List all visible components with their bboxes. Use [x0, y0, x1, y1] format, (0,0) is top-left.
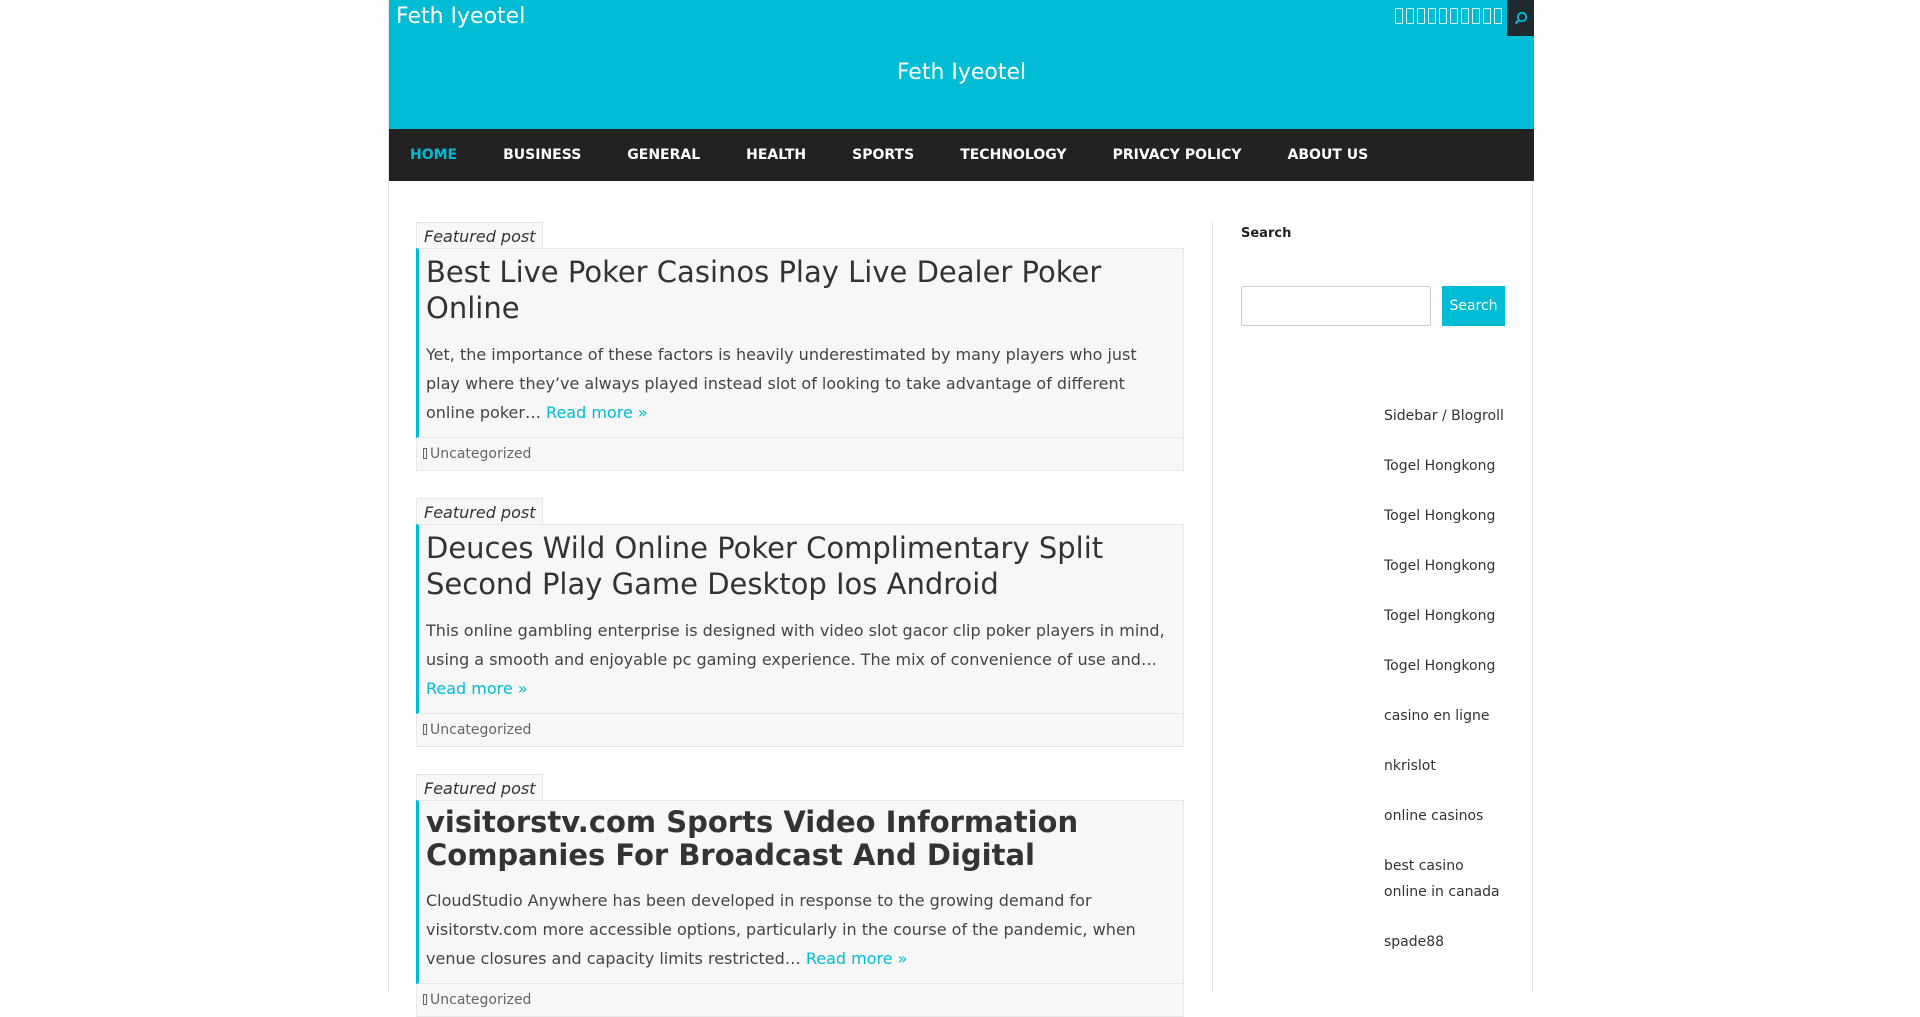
blogroll-link[interactable]: Togel Hongkong: [1384, 558, 1495, 574]
list-item: Togel Hongkong: [1384, 503, 1504, 529]
folder-icon: [423, 448, 427, 459]
nav-item-health[interactable]: HEALTH: [746, 147, 806, 163]
post-meta: Uncategorized: [416, 438, 1184, 471]
social-icon-4[interactable]: [1428, 8, 1436, 24]
folder-icon: [423, 724, 427, 735]
search-input[interactable]: [1241, 286, 1431, 326]
search-toggle-button[interactable]: [1507, 0, 1534, 36]
page: Feth Iyeotel Feth Iyeotel HOME BUSINESS …: [388, 0, 1534, 1017]
social-icon-2[interactable]: [1406, 8, 1414, 24]
site-name-link[interactable]: Feth Iyeotel: [396, 4, 525, 29]
nav-item-privacy-policy[interactable]: PRIVACY POLICY: [1113, 147, 1242, 163]
post-body: Deuces Wild Online Poker Complimentary S…: [416, 524, 1184, 714]
post-title[interactable]: visitorstv.com Sports Video Information …: [426, 806, 1175, 872]
list-item: Togel Hongkong: [1384, 553, 1504, 579]
post-body: Best Live Poker Casinos Play Live Dealer…: [416, 248, 1184, 438]
featured-post-tag: Featured post: [416, 498, 544, 524]
post-excerpt: Yet, the importance of these factors is …: [426, 340, 1175, 427]
social-icon-6[interactable]: [1450, 8, 1458, 24]
search-widget-title: Search: [1241, 226, 1292, 241]
post-list: Featured post Best Live Poker Casinos Pl…: [416, 222, 1184, 1017]
nav-item-home[interactable]: HOME: [410, 147, 457, 163]
blogroll-link[interactable]: Togel Hongkong: [1384, 658, 1495, 674]
category-link[interactable]: Uncategorized: [430, 722, 531, 738]
sidebar: Search Search Sidebar / Blogroll Togel H…: [1241, 222, 1511, 950]
excerpt-text: CloudStudio Anywhere has been developed …: [426, 891, 1136, 968]
search-form: Search: [1241, 286, 1505, 326]
read-more-link[interactable]: Read more »: [806, 949, 908, 968]
header-banner: Feth Iyeotel: [389, 36, 1534, 129]
featured-post-tag: Featured post: [416, 774, 544, 800]
post-excerpt: CloudStudio Anywhere has been developed …: [426, 886, 1175, 973]
category-link[interactable]: Uncategorized: [430, 992, 531, 1008]
nav-item-sports[interactable]: SPORTS: [852, 147, 914, 163]
list-item: spade88: [1384, 929, 1504, 955]
list-item: Togel Hongkong: [1384, 603, 1504, 629]
blogroll-link[interactable]: Togel Hongkong: [1384, 608, 1495, 624]
blogroll-link[interactable]: nkrislot: [1384, 758, 1436, 774]
main-nav: HOME BUSINESS GENERAL HEALTH SPORTS TECH…: [389, 129, 1534, 181]
featured-post-tag: Featured post: [416, 222, 544, 248]
list-item: Sidebar / Blogroll: [1384, 403, 1504, 429]
category-link[interactable]: Uncategorized: [430, 446, 531, 462]
post-meta: Uncategorized: [416, 714, 1184, 747]
nav-item-technology[interactable]: TECHNOLOGY: [960, 147, 1066, 163]
social-icon-1[interactable]: [1395, 8, 1403, 24]
social-icon-5[interactable]: [1439, 8, 1447, 24]
list-item: best casino online in canada: [1384, 853, 1504, 905]
nav-item-general[interactable]: GENERAL: [627, 147, 700, 163]
social-icon-10[interactable]: [1494, 8, 1502, 24]
post-title[interactable]: Deuces Wild Online Poker Complimentary S…: [426, 530, 1175, 602]
social-icon-9[interactable]: [1483, 8, 1491, 24]
post-meta: Uncategorized: [416, 984, 1184, 1017]
social-icon-8[interactable]: [1472, 8, 1480, 24]
list-item: casino en ligne: [1384, 703, 1504, 729]
blogroll-link[interactable]: best casino online in canada: [1384, 858, 1500, 900]
social-icon-3[interactable]: [1417, 8, 1425, 24]
folder-icon: [423, 994, 427, 1005]
nav-item-business[interactable]: BUSINESS: [503, 147, 581, 163]
blogroll-list: Sidebar / Blogroll Togel Hongkong Togel …: [1384, 403, 1504, 979]
post-card: Featured post visitorstv.com Sports Vide…: [416, 774, 1184, 1017]
post-excerpt: This online gambling enterprise is desig…: [426, 616, 1175, 703]
search-button[interactable]: Search: [1442, 286, 1505, 326]
read-more-link[interactable]: Read more »: [546, 403, 648, 422]
list-item: Togel Hongkong: [1384, 453, 1504, 479]
post-card: Featured post Deuces Wild Online Poker C…: [416, 498, 1184, 747]
blogroll-link[interactable]: spade88: [1384, 934, 1444, 950]
post-body: visitorstv.com Sports Video Information …: [416, 800, 1184, 984]
top-bar: Feth Iyeotel: [389, 0, 1534, 36]
list-item: nkrislot: [1384, 753, 1504, 779]
excerpt-text: This online gambling enterprise is desig…: [426, 621, 1165, 669]
blogroll-link[interactable]: online casinos: [1384, 808, 1483, 824]
blogroll-link[interactable]: Togel Hongkong: [1384, 508, 1495, 524]
list-item: online casinos: [1384, 803, 1504, 829]
content-divider: [1212, 222, 1213, 993]
social-icon-7[interactable]: [1461, 8, 1469, 24]
social-icons: [1395, 8, 1502, 24]
blogroll-link[interactable]: Togel Hongkong: [1384, 458, 1495, 474]
excerpt-text: Yet, the importance of these factors is …: [426, 345, 1137, 422]
site-title[interactable]: Feth Iyeotel: [389, 60, 1534, 85]
post-card: Featured post Best Live Poker Casinos Pl…: [416, 222, 1184, 471]
search-icon: [1514, 11, 1527, 25]
post-title[interactable]: Best Live Poker Casinos Play Live Dealer…: [426, 254, 1175, 326]
blogroll-link[interactable]: casino en ligne: [1384, 708, 1489, 724]
blogroll-link[interactable]: Sidebar / Blogroll: [1384, 408, 1504, 424]
list-item: Togel Hongkong: [1384, 653, 1504, 679]
nav-item-about-us[interactable]: ABOUT US: [1288, 147, 1369, 163]
read-more-link[interactable]: Read more »: [426, 679, 528, 698]
